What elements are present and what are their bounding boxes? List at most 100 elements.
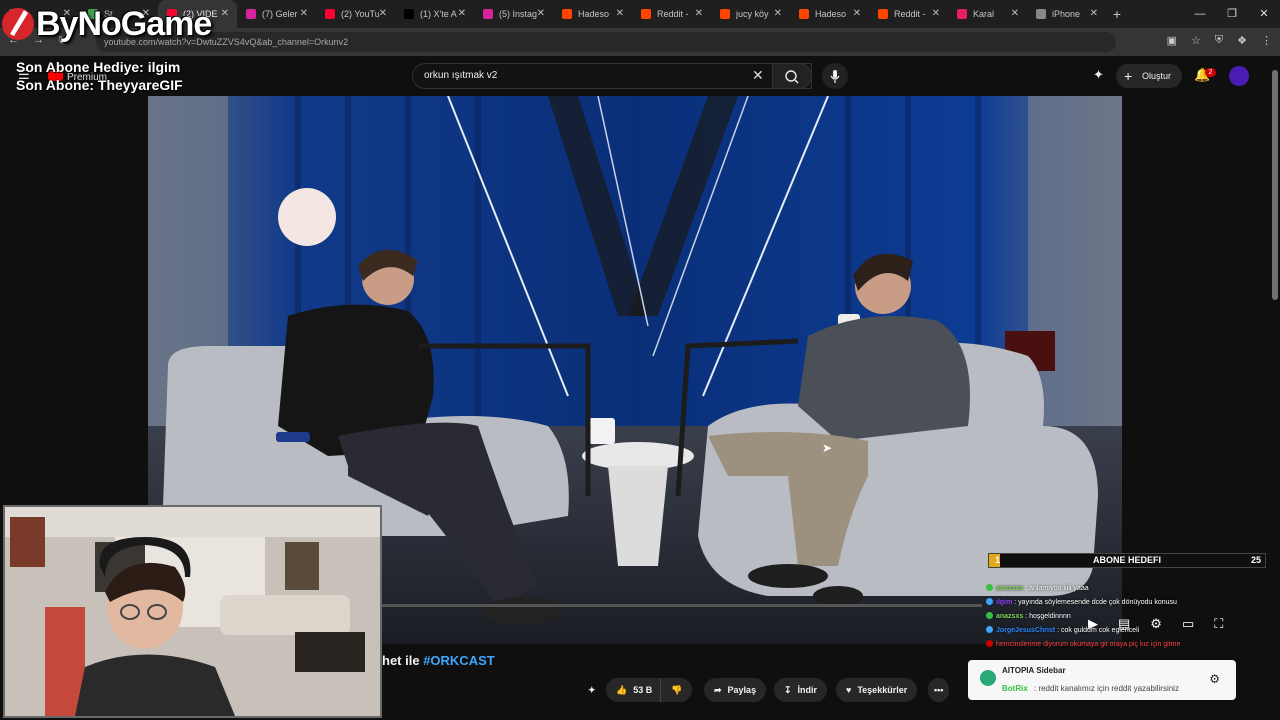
- tab-title: Reddit -: [657, 9, 689, 19]
- chat-username: anazsxs: [996, 585, 1024, 592]
- chat-text: : hoşgeldinnnn: [1023, 613, 1071, 620]
- close-tab-icon[interactable]: ✕: [300, 8, 308, 19]
- close-tab-icon[interactable]: ✕: [458, 8, 466, 19]
- close-tab-icon[interactable]: ✕: [1011, 8, 1019, 19]
- video-progress-bar[interactable]: [382, 604, 982, 607]
- stream-chat-overlay: anazsxs : anlamıyoo kiii yaaa ilgim : yay…: [986, 582, 1280, 652]
- gemini-sparkle-icon[interactable]: ✦: [1093, 67, 1104, 83]
- tab-favicon-icon: [641, 9, 651, 19]
- share-button[interactable]: ➦ Paylaş: [704, 678, 767, 702]
- microphone-icon: [830, 70, 840, 83]
- browser-tab[interactable]: Karal ✕: [948, 0, 1027, 28]
- subscriber-goal-bar: 1 ABONE HEDEFI 25: [988, 553, 1266, 568]
- tab-favicon-icon: [325, 9, 335, 19]
- tab-favicon-icon: [562, 9, 572, 19]
- tab-title: Hadeso: [815, 9, 847, 19]
- chat-username: ilgim: [996, 599, 1013, 606]
- minimize-icon[interactable]: —: [1184, 0, 1216, 28]
- browser-tab[interactable]: iPhone ✕: [1027, 0, 1106, 28]
- tab-title: (5) Instag: [499, 9, 537, 19]
- extension-icon[interactable]: ❖: [1237, 34, 1247, 47]
- shield-icon[interactable]: ⛨: [1215, 34, 1223, 47]
- close-window-icon[interactable]: ✕: [1248, 0, 1280, 28]
- notification-count-badge: 2: [1205, 68, 1216, 77]
- tab-title: (7) Geler: [262, 9, 298, 19]
- search-button[interactable]: [772, 63, 812, 89]
- close-tab-icon[interactable]: ✕: [537, 8, 545, 19]
- close-tab-icon[interactable]: ✕: [774, 8, 782, 19]
- close-tab-icon[interactable]: ✕: [616, 8, 624, 19]
- download-button[interactable]: ↧ İndir: [774, 678, 828, 702]
- chat-badge-icon: [986, 640, 993, 647]
- pencil-logo-icon: [2, 8, 34, 40]
- chat-badge-icon: [986, 612, 993, 619]
- close-tab-icon[interactable]: ✕: [853, 8, 861, 19]
- bookmark-star-icon[interactable]: ☆: [1191, 34, 1201, 47]
- browser-tab[interactable]: (1) X'te A ✕: [395, 0, 474, 28]
- create-button[interactable]: + Oluştur: [1116, 64, 1182, 88]
- chat-text: : yayında söylemesende dcde çok dönüyodu…: [1012, 599, 1177, 606]
- menu-dots-icon[interactable]: ⋮: [1261, 34, 1272, 47]
- thumbs-up-icon: 👍: [616, 684, 628, 695]
- tab-favicon-icon: [246, 9, 256, 19]
- close-tab-icon[interactable]: ✕: [1090, 8, 1098, 19]
- gemini-ask-icon[interactable]: ✦: [588, 678, 596, 702]
- browser-tab[interactable]: Hadeso ✕: [553, 0, 632, 28]
- subscriber-info-overlay: Son Abone Hediye: ilgim Son Abone: Theyy…: [16, 58, 183, 94]
- chat-message: anazsxs : hoşgeldinnnn: [986, 610, 1280, 624]
- aitopia-sidebar-card[interactable]: AITOPIA Sidebar BotRix : reddit kanalımı…: [968, 660, 1236, 700]
- chat-message: anazsxs : anlamıyoo kiii yaaa: [986, 582, 1280, 596]
- video-title: het ile #ORKCAST: [382, 653, 495, 668]
- thanks-button[interactable]: ♥ Teşekkürler: [836, 678, 918, 702]
- close-tab-icon[interactable]: ✕: [221, 8, 229, 19]
- browser-tab[interactable]: jucy köy ✕: [711, 0, 790, 28]
- mouse-cursor-icon: ➤: [822, 441, 833, 455]
- tab-favicon-icon: [878, 9, 888, 19]
- search-icon: [785, 70, 799, 84]
- browser-tab[interactable]: Reddit - ✕: [869, 0, 948, 28]
- clear-search-icon[interactable]: ✕: [752, 67, 764, 84]
- chat-text: : anlamıyoo kiii yaaa: [1023, 585, 1089, 592]
- browser-tab[interactable]: (5) Instag ✕: [474, 0, 553, 28]
- tab-title: jucy köy: [736, 9, 769, 19]
- restore-icon[interactable]: ❐: [1216, 0, 1248, 28]
- like-button[interactable]: 👍 53 B: [606, 678, 661, 702]
- close-tab-icon[interactable]: ✕: [379, 8, 387, 19]
- tab-title: iPhone: [1052, 9, 1081, 19]
- bynogame-logo: ByNoGame: [0, 0, 212, 48]
- browser-tab[interactable]: Reddit - ✕: [632, 0, 711, 28]
- tab-title: (1) X'te A: [420, 9, 457, 19]
- youtube-header: ☰ Premium orkun ışıtmak v2 ✕ ✦ + Oluştur …: [0, 56, 1280, 96]
- close-tab-icon[interactable]: ✕: [932, 8, 940, 19]
- page-scrollbar[interactable]: [1270, 56, 1280, 720]
- chat-text: hemcinslerime diyorum okumaya git oraya …: [996, 641, 1181, 648]
- browser-tab[interactable]: (7) Geler ✕: [237, 0, 316, 28]
- thumbs-down-icon: 👎: [671, 684, 683, 695]
- tab-title: (2) YouTu: [341, 9, 379, 19]
- dislike-button[interactable]: 👎: [660, 678, 693, 702]
- new-tab-icon[interactable]: +: [1106, 6, 1128, 22]
- avatar[interactable]: [1229, 66, 1249, 86]
- window-controls: — ❐ ✕: [1184, 0, 1280, 28]
- last-gift-label: Son Abone Hediye: ilgim: [16, 59, 181, 75]
- close-tab-icon[interactable]: ✕: [695, 8, 703, 19]
- chat-badge-icon: [986, 626, 993, 633]
- last-sub-label: Son Abone: TheyyareGIF: [16, 77, 183, 93]
- sidebar-settings-icon[interactable]: ⚙: [1209, 672, 1220, 686]
- chat-username: JorgeJesusChrist: [996, 627, 1056, 634]
- more-actions-button[interactable]: •••: [928, 678, 950, 702]
- browser-tab[interactable]: Hadeso ✕: [790, 0, 869, 28]
- super-thanks-icon: ♥: [846, 685, 852, 695]
- tab-title: Reddit -: [894, 9, 926, 19]
- plus-icon: +: [1124, 68, 1133, 84]
- hashtag-link[interactable]: #ORKCAST: [423, 653, 495, 668]
- browser-tab[interactable]: (2) YouTu ✕: [316, 0, 395, 28]
- webcam-frame: [5, 507, 380, 716]
- tab-title: Hadeso: [578, 9, 610, 19]
- chat-message: JorgeJesusChrist : cok guldum cok eglenc…: [986, 624, 1280, 638]
- voice-search-button[interactable]: [822, 63, 848, 89]
- aitopia-logo-icon: [980, 670, 996, 686]
- cast-icon[interactable]: ▣: [1167, 34, 1177, 47]
- scrollbar-thumb[interactable]: [1272, 70, 1278, 300]
- url-field[interactable]: youtube.com/watch?v=DwtuZZVS4vQ&ab_chann…: [96, 32, 1116, 52]
